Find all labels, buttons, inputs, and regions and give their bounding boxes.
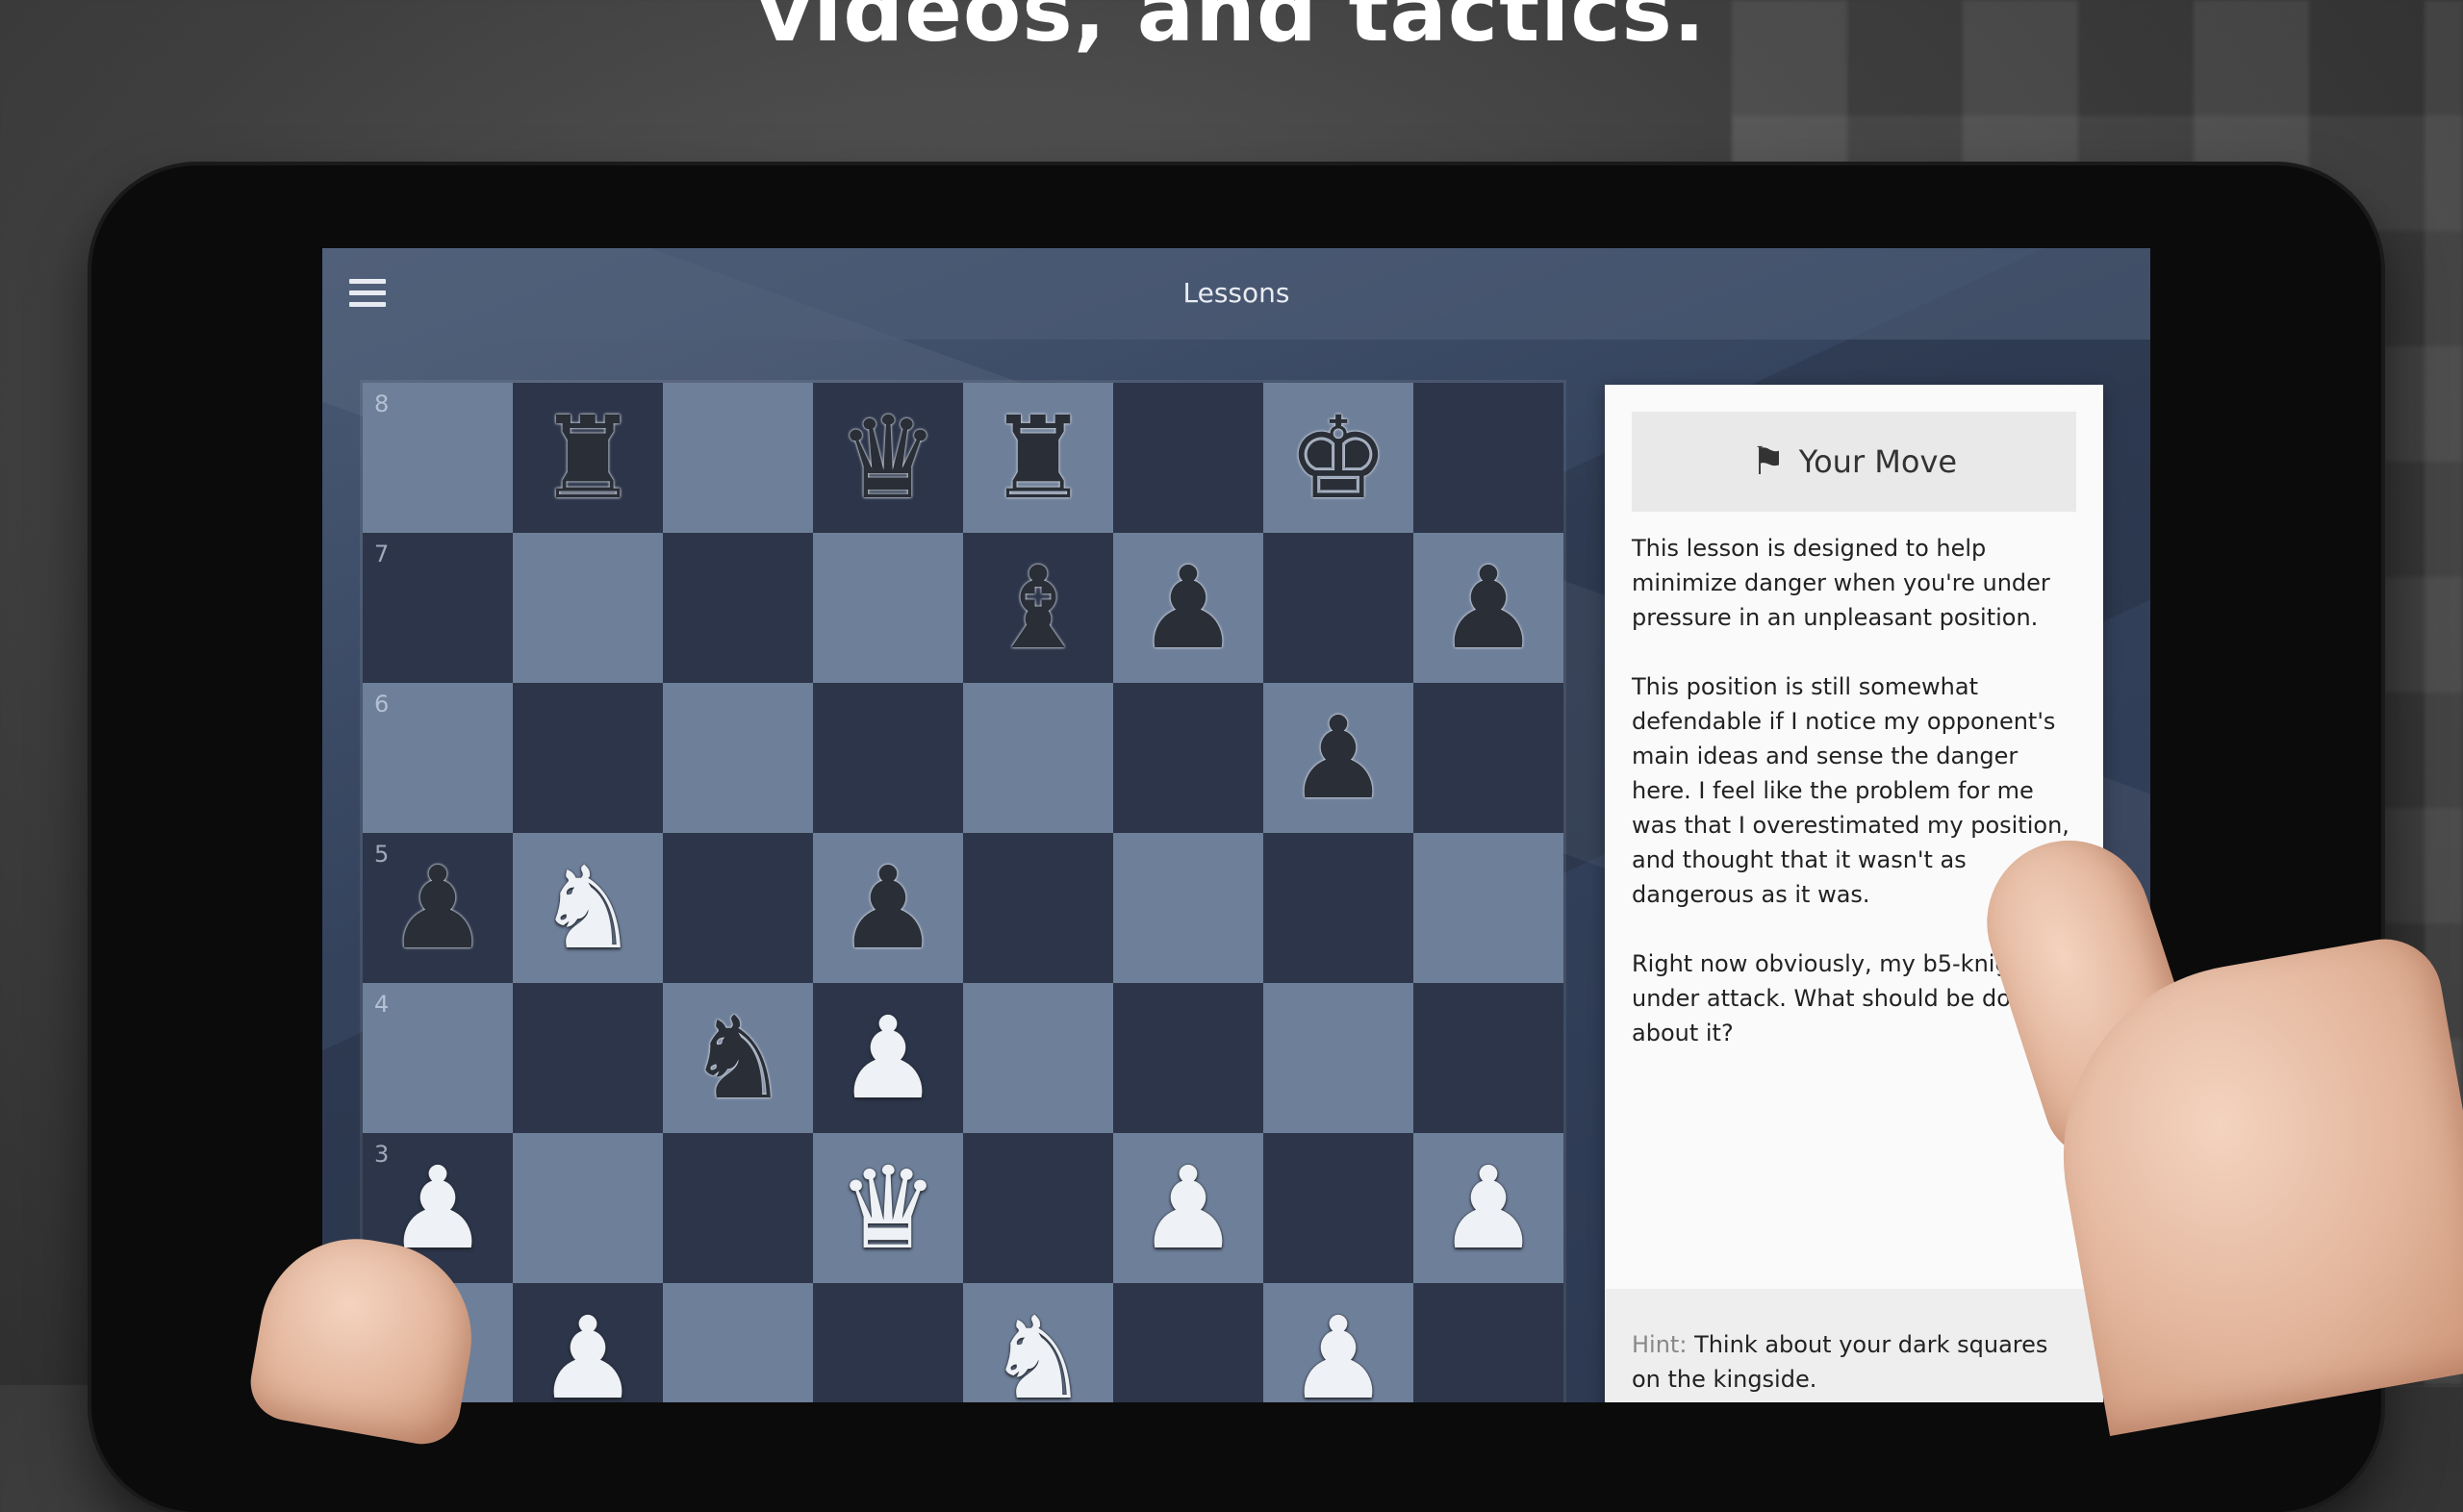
- top-bar: Lessons: [322, 248, 2150, 340]
- board-square[interactable]: ♜: [513, 383, 663, 533]
- board-square[interactable]: ♜: [963, 383, 1113, 533]
- board-square[interactable]: ♟: [513, 1283, 663, 1402]
- board-square[interactable]: ♟: [1113, 533, 1263, 683]
- white-pawn-icon[interactable]: ♟: [1137, 1151, 1239, 1265]
- board-square[interactable]: [663, 1283, 813, 1402]
- black-queen-icon[interactable]: ♛: [837, 401, 939, 515]
- white-pawn-icon[interactable]: ♟: [537, 1301, 639, 1402]
- rank-label: 7: [374, 541, 390, 567]
- board-square[interactable]: 4: [363, 983, 513, 1133]
- board-square[interactable]: ♚: [1263, 383, 1413, 533]
- white-knight-icon[interactable]: ♞: [987, 1301, 1089, 1402]
- board-square[interactable]: [513, 683, 663, 833]
- board-square[interactable]: [1413, 983, 1563, 1133]
- rank-label: 3: [374, 1141, 390, 1168]
- hint-text: Hint: Think about your dark squares on t…: [1632, 1327, 2074, 1397]
- board-square[interactable]: ♛: [813, 383, 963, 533]
- white-pawn-icon[interactable]: ♟: [837, 1001, 939, 1115]
- black-king-icon[interactable]: ♚: [1287, 401, 1389, 515]
- board-square[interactable]: 6: [363, 683, 513, 833]
- board-square[interactable]: [663, 383, 813, 533]
- board-square[interactable]: [813, 683, 963, 833]
- board-square[interactable]: [1113, 833, 1263, 983]
- board-square[interactable]: 7: [363, 533, 513, 683]
- board-square[interactable]: ♟: [813, 983, 963, 1133]
- board-square[interactable]: [1413, 383, 1563, 533]
- board-square[interactable]: [963, 833, 1113, 983]
- white-pawn-icon[interactable]: ♟: [1287, 1301, 1389, 1402]
- board-square[interactable]: ♞: [513, 833, 663, 983]
- board-square[interactable]: [1413, 683, 1563, 833]
- board-square[interactable]: [1113, 1283, 1263, 1402]
- rank-label: 5: [374, 841, 390, 868]
- board-square[interactable]: [663, 533, 813, 683]
- app-screen: Lessons 8♜♛♜♚7♝♟♟6♟5♟♞♟4♞♟3♟♛♟♟2♟♞♟ ⚑ Yo…: [322, 248, 2150, 1402]
- white-knight-icon[interactable]: ♞: [537, 851, 639, 965]
- board-square[interactable]: [963, 1133, 1113, 1283]
- promo-headline: videos, and tactics.: [756, 0, 1707, 61]
- board-square[interactable]: ♟: [1263, 683, 1413, 833]
- board-square[interactable]: ♞: [963, 1283, 1113, 1402]
- board-square[interactable]: [813, 533, 963, 683]
- black-pawn-icon[interactable]: ♟: [837, 851, 939, 965]
- board-square[interactable]: ♟: [813, 833, 963, 983]
- hint-body: Think about your dark squares on the kin…: [1632, 1331, 2048, 1393]
- board-square[interactable]: [513, 533, 663, 683]
- white-queen-icon[interactable]: ♛: [837, 1151, 939, 1265]
- rank-label: 8: [374, 391, 390, 417]
- lesson-paragraph: This lesson is designed to help minimize…: [1632, 535, 2050, 631]
- your-move-button[interactable]: ⚑ Your Move: [1632, 412, 2076, 512]
- board-square[interactable]: [1413, 1283, 1563, 1402]
- board-square[interactable]: [1263, 833, 1413, 983]
- board-square[interactable]: [663, 833, 813, 983]
- flag-icon: ⚑: [1750, 440, 1786, 484]
- black-bishop-icon[interactable]: ♝: [987, 551, 1089, 665]
- black-pawn-icon[interactable]: ♟: [387, 851, 489, 965]
- black-pawn-icon[interactable]: ♟: [1137, 551, 1239, 665]
- board-square[interactable]: [1113, 383, 1263, 533]
- board-square[interactable]: [963, 683, 1113, 833]
- chess-board[interactable]: 8♜♛♜♚7♝♟♟6♟5♟♞♟4♞♟3♟♛♟♟2♟♞♟: [363, 383, 1563, 1402]
- your-move-label: Your Move: [1798, 443, 1958, 480]
- white-pawn-icon[interactable]: ♟: [1437, 1151, 1539, 1265]
- black-rook-icon[interactable]: ♜: [537, 401, 639, 515]
- board-square[interactable]: ♟: [1413, 533, 1563, 683]
- board-square[interactable]: [1263, 533, 1413, 683]
- board-square[interactable]: [1413, 833, 1563, 983]
- page-title: Lessons: [1182, 277, 1290, 309]
- board-square[interactable]: 8: [363, 383, 513, 533]
- rank-label: 4: [374, 991, 390, 1018]
- board-square[interactable]: ♝: [963, 533, 1113, 683]
- hint-label: Hint:: [1632, 1331, 1688, 1358]
- board-square[interactable]: [663, 1133, 813, 1283]
- board-square[interactable]: [513, 983, 663, 1133]
- hint-box: Hint: Think about your dark squares on t…: [1605, 1289, 2103, 1402]
- board-square[interactable]: ♟: [1413, 1133, 1563, 1283]
- board-square[interactable]: ♞: [663, 983, 813, 1133]
- black-rook-icon[interactable]: ♜: [987, 401, 1089, 515]
- rank-label: 6: [374, 691, 390, 718]
- black-pawn-icon[interactable]: ♟: [1437, 551, 1539, 665]
- board-square[interactable]: ♛: [813, 1133, 963, 1283]
- board-square[interactable]: [1113, 683, 1263, 833]
- board-square[interactable]: [813, 1283, 963, 1402]
- board-square[interactable]: 5 ♟: [363, 833, 513, 983]
- board-square[interactable]: [963, 983, 1113, 1133]
- board-square[interactable]: [1263, 1133, 1413, 1283]
- board-square[interactable]: [1113, 983, 1263, 1133]
- board-square[interactable]: [1263, 983, 1413, 1133]
- board-square[interactable]: ♟: [1113, 1133, 1263, 1283]
- board-square[interactable]: ♟: [1263, 1283, 1413, 1402]
- board-square[interactable]: [513, 1133, 663, 1283]
- black-knight-icon[interactable]: ♞: [687, 1001, 789, 1115]
- board-square[interactable]: [663, 683, 813, 833]
- black-pawn-icon[interactable]: ♟: [1287, 701, 1389, 815]
